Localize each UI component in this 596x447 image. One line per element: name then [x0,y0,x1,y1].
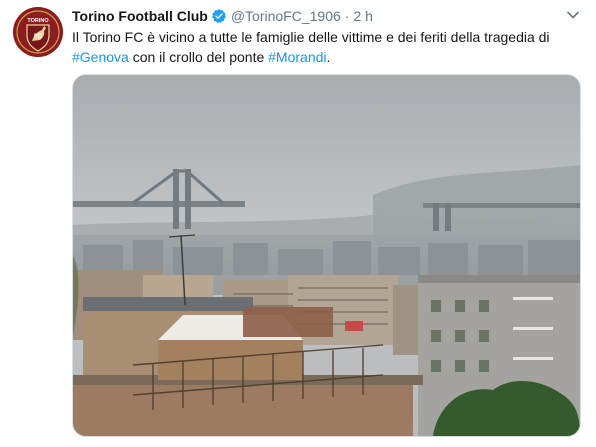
tweet-photo[interactable] [72,74,581,437]
tweet-text: Il Torino FC è vicino a tutte le famigli… [72,27,572,67]
tweet-card[interactable]: TORINO FC Torino Football Club @TorinoFC… [0,0,596,447]
timestamp[interactable]: 2 h [353,8,372,24]
verified-badge-icon [211,8,227,24]
chevron-down-icon[interactable] [566,8,580,22]
hashtag-morandi[interactable]: #Morandi [268,49,326,65]
hashtag-genova[interactable]: #Genova [72,49,129,65]
tweet-text-part: con il crollo del ponte [128,49,269,65]
tweet-text-part: Il Torino FC è vicino a tutte le famigli… [72,29,550,45]
display-name[interactable]: Torino Football Club [72,8,208,24]
avatar-label: TORINO [27,18,49,24]
tweet-text-part: . [326,49,331,65]
avatar[interactable]: TORINO FC [13,7,63,57]
user-handle[interactable]: @TorinoFC_1906 [231,8,341,24]
tweet-header: Torino Football Club @TorinoFC_1906 · 2 … [72,6,566,26]
avatar-monogram: FC [34,34,43,40]
separator-dot: · [344,8,350,24]
